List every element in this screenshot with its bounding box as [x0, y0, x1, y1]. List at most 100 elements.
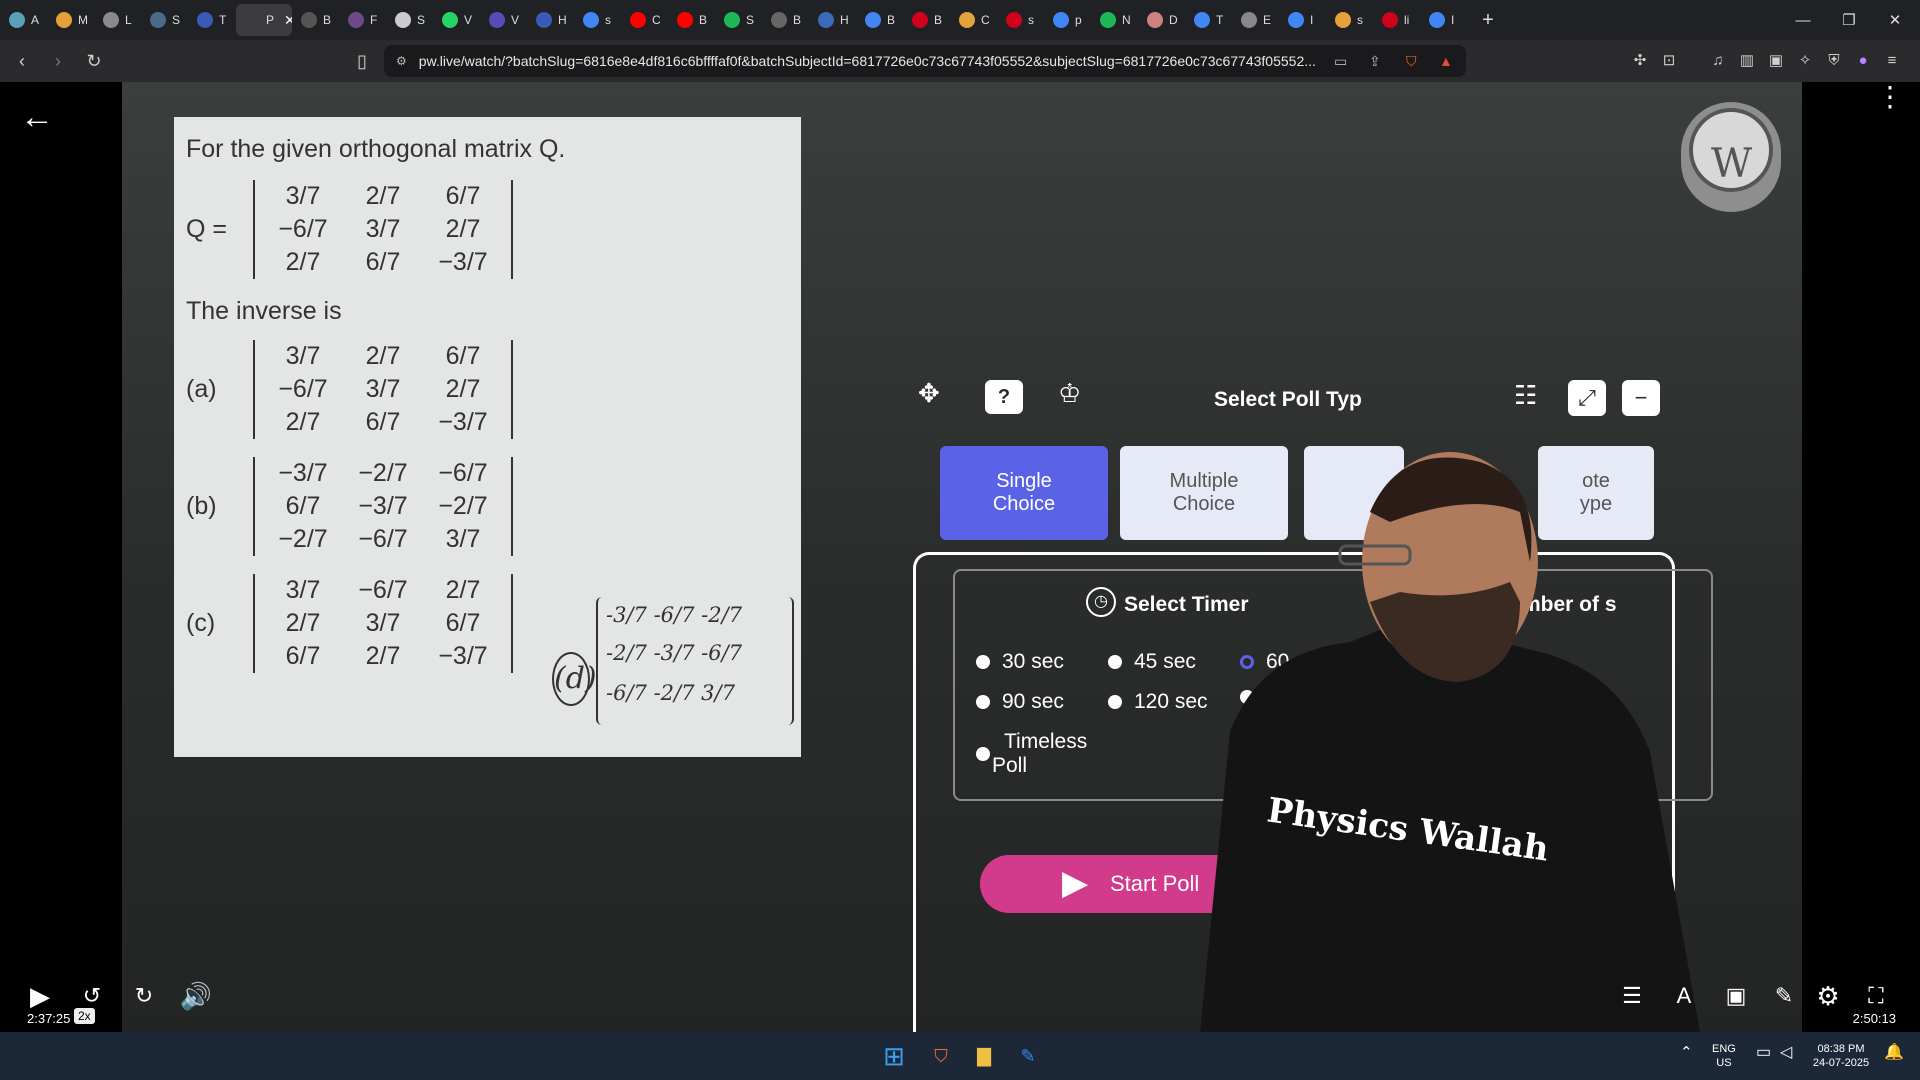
share-icon[interactable]: ⇪	[1369, 53, 1381, 70]
timer-option-30[interactable]: 30 sec	[976, 650, 1064, 674]
move-icon[interactable]: ✥	[918, 378, 940, 409]
leaderboard-icon[interactable]: ♔	[1058, 378, 1081, 409]
matrix-entry: 3/7	[365, 215, 401, 243]
browser-tab[interactable]: H	[528, 4, 574, 36]
browser-tab[interactable]: A	[1, 4, 47, 36]
question-title: For the given orthogonal matrix Q.	[186, 135, 566, 163]
back-icon[interactable]: ‹	[8, 47, 36, 75]
browser-tab[interactable]: s	[1327, 4, 1373, 36]
browser-tab[interactable]: T	[189, 4, 235, 36]
browser-tab[interactable]: li	[1374, 4, 1420, 36]
tray-chevron-icon[interactable]: ⌃	[1680, 1045, 1693, 1060]
back-arrow-icon[interactable]: ←	[20, 98, 54, 137]
browser-tab[interactable]: I	[1280, 4, 1326, 36]
settings-icon[interactable]: ⚙	[1808, 976, 1848, 1016]
forward-10-icon[interactable]: ↻	[124, 976, 164, 1016]
radio-icon	[976, 655, 990, 669]
browser-tab[interactable]: H	[810, 4, 856, 36]
pw-logo: W	[1681, 102, 1781, 212]
browser-tab[interactable]: B	[904, 4, 950, 36]
video-player[interactable]: ← ⋮ W For the given orthogonal matrix Q.…	[0, 82, 1920, 1032]
leo-ai-icon[interactable]: ✧	[1793, 48, 1817, 72]
menu-icon[interactable]: ≡	[1880, 48, 1904, 72]
address-bar[interactable]: ⚙ pw.live/watch/?batchSlug=6816e8e4df816…	[384, 45, 1466, 77]
bookmark-icon[interactable]: ▯	[348, 47, 376, 75]
browser-tab[interactable]: I	[1421, 4, 1467, 36]
brave-shields-icon[interactable]: ⛉	[1406, 53, 1417, 70]
browser-tab[interactable]: B	[293, 4, 339, 36]
volume-icon[interactable]: 🔊	[176, 976, 216, 1016]
pip-icon[interactable]: ▣	[1716, 976, 1756, 1016]
timer-option-120[interactable]: 120 sec	[1108, 690, 1208, 714]
expand-icon[interactable]: ⤢	[1568, 380, 1606, 416]
browser-tab[interactable]: C	[951, 4, 997, 36]
chat-icon[interactable]: ☰	[1612, 976, 1652, 1016]
matrix-entry: 6/7	[365, 408, 401, 436]
extensions-icon[interactable]: ✣	[1628, 48, 1652, 72]
more-options-icon[interactable]: ⋮	[1876, 83, 1904, 111]
browser-tab[interactable]: N	[1092, 4, 1138, 36]
browser-tab[interactable]: M	[48, 4, 94, 36]
reload-icon[interactable]: ↻	[80, 47, 108, 75]
browser-tab[interactable]: P ✕	[236, 4, 292, 36]
browser-tab[interactable]: F	[340, 4, 386, 36]
cast-icon[interactable]: ▭	[1334, 53, 1347, 70]
tab-favicon-icon	[1053, 12, 1069, 28]
browser-tab[interactable]: p	[1045, 4, 1091, 36]
speaker-icon[interactable]: ◁	[1780, 1045, 1792, 1061]
browser-tab[interactable]: S	[716, 4, 762, 36]
network-icon[interactable]: ▭	[1756, 1045, 1771, 1061]
new-tab-button[interactable]: +	[1473, 9, 1503, 32]
minimize-poll-icon[interactable]: −	[1622, 380, 1660, 416]
tab-close-icon[interactable]: ✕	[284, 12, 292, 29]
browser-tab[interactable]: S	[142, 4, 188, 36]
browser-tab[interactable]: T	[1186, 4, 1232, 36]
browser-tab[interactable]: V	[434, 4, 480, 36]
browser-tab[interactable]: B	[763, 4, 809, 36]
notes-icon[interactable]: ✎	[1764, 976, 1804, 1016]
timer-option-90[interactable]: 90 sec	[976, 690, 1064, 714]
browser-tab[interactable]: B	[669, 4, 715, 36]
tab-favicon-icon	[103, 12, 119, 28]
file-explorer-icon[interactable]: ▇	[968, 1040, 1000, 1072]
browser-tab[interactable]: S	[387, 4, 433, 36]
vpn-icon[interactable]: ⛨	[1822, 48, 1846, 72]
matrix-entry: −3/7	[358, 492, 408, 520]
music-icon[interactable]: ♫	[1706, 48, 1730, 72]
fullscreen-icon[interactable]: ⛶	[1856, 976, 1896, 1016]
brave-taskbar-icon[interactable]: ⛉	[925, 1040, 957, 1072]
browser-tab[interactable]: D	[1139, 4, 1185, 36]
browser-tab[interactable]: s	[998, 4, 1044, 36]
close-window-button[interactable]: ✕	[1872, 0, 1918, 40]
timer-option-timeless[interactable]: Timeless Poll	[976, 730, 1106, 778]
chat-icon[interactable]: ☷	[1514, 380, 1537, 411]
rewind-10-icon[interactable]: ↺	[72, 976, 112, 1016]
forward-icon[interactable]: ›	[44, 47, 72, 75]
site-settings-icon[interactable]: ⚙	[396, 54, 407, 68]
help-icon[interactable]: ?	[985, 380, 1023, 414]
language-indicator[interactable]: ENG US	[1712, 1042, 1736, 1070]
browser-tab[interactable]: V	[481, 4, 527, 36]
tab-label: V	[464, 13, 473, 27]
browser-tab[interactable]: C	[622, 4, 668, 36]
screenshot-icon[interactable]: ⊡	[1657, 48, 1681, 72]
notification-icon[interactable]: 🔔	[1884, 1045, 1904, 1061]
profile-icon[interactable]: ●	[1851, 48, 1875, 72]
minimize-button[interactable]: —	[1780, 0, 1826, 40]
matrix-entry: 2/7	[365, 642, 401, 670]
poll-type-single[interactable]: Single Choice	[940, 446, 1108, 540]
browser-tab[interactable]: E	[1233, 4, 1279, 36]
browser-tab[interactable]: s	[575, 4, 621, 36]
wallet-icon[interactable]: ▣	[1764, 48, 1788, 72]
translate-icon[interactable]: A	[1664, 976, 1704, 1016]
restore-button[interactable]: ❐	[1826, 0, 1872, 40]
browser-tab[interactable]: B	[857, 4, 903, 36]
brave-rewards-icon[interactable]: ▲	[1439, 53, 1453, 69]
timer-option-45[interactable]: 45 sec	[1108, 650, 1196, 674]
sidebar-icon[interactable]: ▥	[1735, 48, 1759, 72]
browser-tab[interactable]: L	[95, 4, 141, 36]
clock[interactable]: 08:38 PM 24-07-2025	[1808, 1042, 1874, 1070]
play-icon[interactable]: ▶	[20, 976, 60, 1016]
pen-app-icon[interactable]: ✎	[1012, 1040, 1044, 1072]
windows-start-icon[interactable]: ⊞	[878, 1040, 910, 1072]
